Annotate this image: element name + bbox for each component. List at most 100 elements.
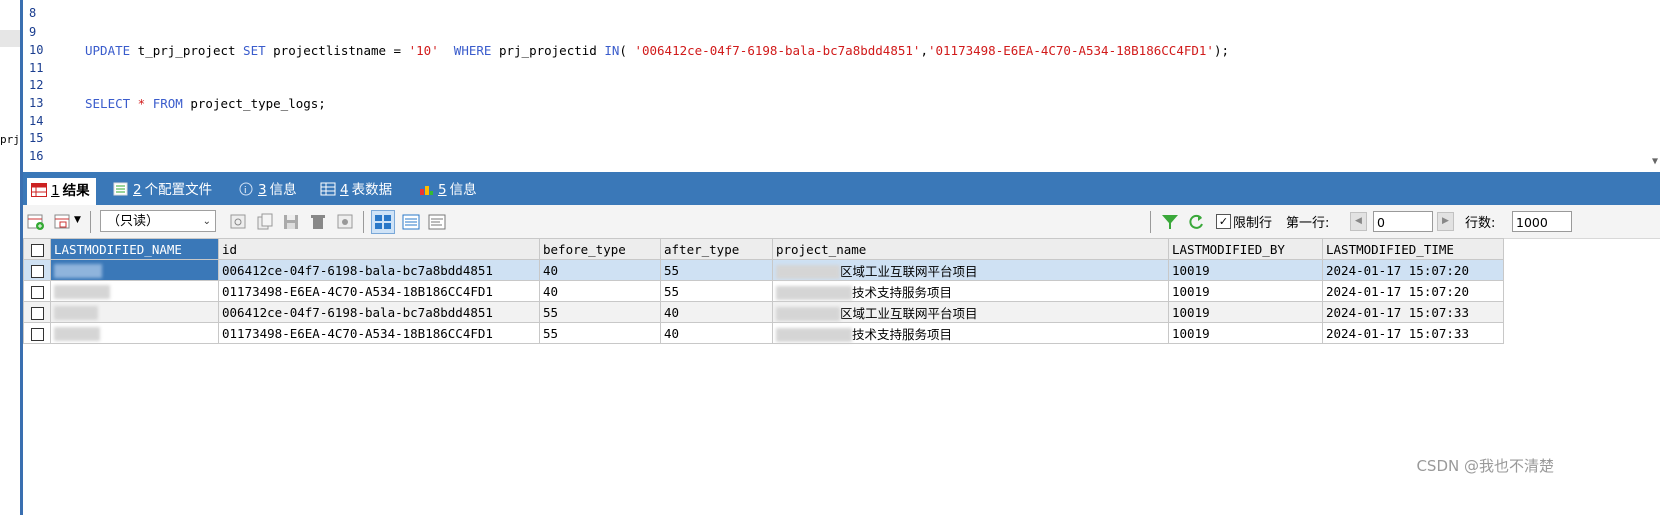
cell-project-name[interactable]: 技术支持服务项目 [772,280,1169,302]
cell-lastmodified-by[interactable]: 10019 [1168,259,1323,281]
cell-before-type[interactable]: 55 [539,301,661,323]
row-checkbox[interactable] [30,327,44,341]
row-checkbox[interactable] [30,285,44,299]
cell-lastmodified-name[interactable] [50,301,219,323]
cell-lastmodified-time[interactable]: 2024-01-17 15:07:33 [1322,322,1504,344]
code-line-update[interactable]: UPDATE t_prj_project SET projectlistname… [85,43,1229,58]
row-count-input[interactable]: 1000 [1512,211,1572,232]
cell-id[interactable]: 006412ce-04f7-6198-bala-bc7a8bdd4851 [218,259,540,281]
refresh-grid-icon[interactable] [228,212,248,232]
column-header-project-name[interactable]: project_name [772,238,1169,260]
tab-profiles[interactable]: 2 个配置文件 [113,177,212,203]
row-checkbox-cell[interactable] [23,301,51,323]
form-view-icon[interactable] [401,212,421,232]
cell-lastmodified-time[interactable]: 2024-01-17 15:07:20 [1322,280,1504,302]
row-checkbox-cell[interactable] [23,322,51,344]
cell-after-type[interactable]: 55 [660,280,773,302]
cell-project-name[interactable]: 区域工业互联网平台项目 [772,259,1169,281]
column-header-id[interactable]: id [218,238,540,260]
cell-before-type[interactable]: 55 [539,322,661,344]
string-literal: '006412ce-04f7-6198-bala-bc7a8bdd4851' [634,43,921,58]
cell-lastmodified-name[interactable] [50,322,219,344]
table-row[interactable]: 01173498-E6EA-4C70-A534-18B186CC4FD1 55 … [23,322,1504,344]
table-row[interactable]: 01173498-E6EA-4C70-A534-18B186CC4FD1 40 … [23,280,1504,302]
cell-lastmodified-time[interactable]: 2024-01-17 15:07:33 [1322,301,1504,323]
cell-project-name[interactable]: 技术支持服务项目 [772,322,1169,344]
cell-before-type[interactable]: 40 [539,259,661,281]
filter-icon[interactable] [1160,212,1180,232]
string-literal: '01173498-E6EA-4C70-A534-18B186CC4FD1' [927,43,1214,58]
code-line-select[interactable]: SELECT * FROM project_type_logs; [85,96,326,111]
cell-lastmodified-by[interactable]: 10019 [1168,322,1323,344]
tab-label: 结果 [62,183,90,199]
cell-after-type[interactable]: 40 [660,301,773,323]
column-header-lastmodified-by[interactable]: LASTMODIFIED_BY [1168,238,1323,260]
scroll-down-icon[interactable]: ▼ [1652,156,1658,167]
row-checkbox[interactable] [30,264,44,278]
project-name-text: 区域工业互联网平台项目 [840,263,978,279]
cell-before-type[interactable]: 40 [539,280,661,302]
refresh-icon[interactable] [1186,212,1206,232]
row-checkbox-cell[interactable] [23,280,51,302]
tab-number: 2 [133,182,142,198]
sql-editor[interactable]: 8 9 10 11 12 13 14 15 16 UPDATE t_prj_pr… [23,0,1660,172]
table-data-icon [320,179,336,196]
chevron-down-icon[interactable]: ▼ [74,215,81,225]
cell-lastmodified-name[interactable] [50,259,219,281]
keyword: WHERE [453,43,492,58]
keyword: UPDATE [85,43,131,58]
line-number: 12 [29,78,44,92]
export-icon[interactable] [53,212,73,232]
tab-label: 个配置文件 [144,182,213,198]
cell-after-type[interactable]: 40 [660,322,773,344]
delete-icon[interactable] [308,212,328,232]
next-page-icon[interactable]: ▶ [1437,212,1454,231]
cell-project-name[interactable]: 区域工业互联网平台项目 [772,301,1169,323]
code-text: projectlistname = [265,43,409,58]
code-text: * [130,96,153,111]
column-header-lastmodified-time[interactable]: LASTMODIFIED_TIME [1322,238,1504,260]
tab-result[interactable]: 1 结果 [27,178,96,205]
select-all-checkbox[interactable] [30,243,44,257]
cell-id[interactable]: 01173498-E6EA-4C70-A534-18B186CC4FD1 [218,280,540,302]
first-row-input[interactable]: 0 [1373,211,1433,232]
row-checkbox-cell[interactable] [23,259,51,281]
column-header-lastmodified-name[interactable]: LASTMODIFIED_NAME [50,238,219,260]
cell-id[interactable]: 01173498-E6EA-4C70-A534-18B186CC4FD1 [218,322,540,344]
tab-table-data[interactable]: 4 表数据 [320,177,392,203]
select-all-checkbox-cell[interactable] [23,238,51,260]
save-icon[interactable] [281,212,301,232]
cell-after-type[interactable]: 55 [660,259,773,281]
cell-lastmodified-name[interactable] [50,280,219,302]
line-number: 16 [29,149,44,163]
profile-icon [113,179,129,196]
cell-lastmodified-by[interactable]: 10019 [1168,301,1323,323]
row-checkbox[interactable] [30,306,44,320]
tab-number: 5 [438,182,447,198]
column-header-after-type[interactable]: after_type [660,238,773,260]
string-literal: '10' [408,43,439,58]
line-number: 10 [29,43,44,57]
code-text: t_prj_project [130,43,244,58]
previous-page-icon[interactable]: ◀ [1350,212,1367,231]
cell-lastmodified-time[interactable]: 2024-01-17 15:07:20 [1322,259,1504,281]
mode-select[interactable]: （只读） ⌄ [100,210,216,232]
separator [1150,211,1151,233]
limit-rows-checkbox[interactable]: ✓ [1216,214,1231,229]
table-row[interactable]: 006412ce-04f7-6198-bala-bc7a8bdd4851 40 … [23,259,1504,281]
grid-view-icon[interactable] [371,210,395,234]
tab-info[interactable]: i 3 信息 [238,177,297,203]
cell-id[interactable]: 006412ce-04f7-6198-bala-bc7a8bdd4851 [218,301,540,323]
add-row-icon[interactable] [26,212,46,232]
duplicate-icon[interactable] [255,212,275,232]
text-view-icon[interactable] [427,212,447,232]
result-tab-bar: 1 结果 2 个配置文件 i 3 信息 4 表数据 5 信息 [23,172,1660,205]
tab-history[interactable]: 5 信息 [418,177,477,203]
grid-header-row: LASTMODIFIED_NAME id before_type after_t… [23,238,1504,260]
cancel-changes-icon[interactable] [335,212,355,232]
cell-lastmodified-by[interactable]: 10019 [1168,280,1323,302]
tab-label: 信息 [269,182,297,198]
table-row[interactable]: 006412ce-04f7-6198-bala-bc7a8bdd4851 55 … [23,301,1504,323]
column-header-before-type[interactable]: before_type [539,238,661,260]
line-number: 15 [29,131,44,145]
